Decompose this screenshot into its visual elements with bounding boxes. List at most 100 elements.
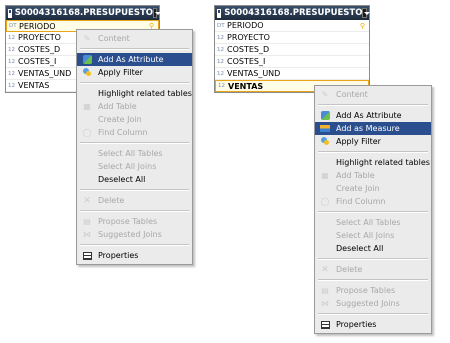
menu-item-label: Delete bbox=[98, 196, 125, 205]
column-type-icon: 12 bbox=[218, 83, 225, 89]
menu-separator bbox=[318, 104, 428, 106]
table-title: S0004316168.PRESUPUESTO bbox=[14, 8, 153, 18]
menu-item-label: Add Table bbox=[98, 102, 137, 111]
menu-item-propose-tables: ▤ Propose Tables bbox=[315, 284, 431, 297]
menu-item-add-table: ▦ Add Table bbox=[77, 100, 192, 113]
column-row-costes_d[interactable]: 12 COSTES_D bbox=[215, 44, 369, 56]
menu-separator bbox=[318, 313, 428, 315]
column-type-icon: 12 bbox=[8, 34, 15, 41]
column-label: PERIODO bbox=[19, 21, 56, 31]
properties-icon bbox=[81, 250, 93, 261]
menu-separator bbox=[318, 211, 428, 213]
measure-icon bbox=[319, 123, 331, 134]
menu-item-add-as-measure[interactable]: Add as Measure bbox=[315, 122, 431, 135]
menu-item-delete: ✕ Delete bbox=[315, 263, 431, 276]
menu-item-label: Create Join bbox=[336, 184, 380, 193]
menu-item-apply-filter[interactable]: Apply Filter bbox=[77, 66, 192, 79]
column-label: VENTAS_UND bbox=[227, 69, 281, 78]
propose-tables-icon: ▤ bbox=[83, 217, 91, 226]
column-label: PERIODO bbox=[227, 21, 264, 30]
column-type-icon: 12 bbox=[8, 82, 15, 89]
menu-item-add-as-attribute[interactable]: Add As Attribute bbox=[315, 109, 431, 122]
menu-item-label: Suggested Joins bbox=[98, 230, 162, 239]
column-type-icon: 12 bbox=[217, 34, 224, 41]
column-label: VENTAS bbox=[18, 81, 50, 90]
table-column-list: DT PERIODO ⚲ 12 PROYECTO 12 COSTES_D 12 COSTES_I… bbox=[215, 20, 369, 92]
menu-item-label: Properties bbox=[98, 251, 139, 260]
menu-item-label: Highlight related tables bbox=[336, 158, 430, 167]
dropdown-arrow-icon[interactable] bbox=[362, 8, 370, 18]
column-type-icon: 12 bbox=[217, 46, 224, 53]
menu-separator bbox=[318, 151, 428, 153]
content-icon: ✎ bbox=[321, 90, 329, 99]
menu-item-label: Deselect All bbox=[98, 175, 146, 184]
menu-item-label: Propose Tables bbox=[336, 286, 396, 295]
menu-item-select-all-joins: Select All Joins bbox=[315, 229, 431, 242]
column-row-ventas_und[interactable]: 12 VENTAS_UND bbox=[215, 68, 369, 80]
menu-item-deselect-all[interactable]: Deselect All bbox=[315, 242, 431, 255]
column-row-periodo[interactable]: DT PERIODO ⚲ bbox=[215, 20, 369, 32]
content-icon: ✎ bbox=[83, 34, 91, 43]
column-label: VENTAS_UND bbox=[18, 69, 72, 78]
table-icon bbox=[217, 8, 222, 18]
find-column-icon: ◯ bbox=[82, 128, 92, 137]
menu-item-label: Add As Attribute bbox=[336, 111, 402, 120]
column-type-icon: 12 bbox=[217, 70, 224, 77]
table-header[interactable]: S0004316168.PRESUPUESTO bbox=[215, 6, 370, 20]
table-icon bbox=[8, 8, 12, 18]
context-menu-left: ✎ Content Add As Attribute Apply Filter High… bbox=[76, 29, 193, 265]
table-presupuesto-right[interactable]: S0004316168.PRESUPUESTO DT PERIODO ⚲ 12 PROY… bbox=[214, 5, 370, 93]
column-type-icon: 12 bbox=[217, 58, 224, 65]
menu-item-label: Select All Tables bbox=[98, 149, 163, 158]
menu-separator bbox=[318, 279, 428, 281]
menu-item-find-column: ◯ Find Column bbox=[77, 126, 192, 139]
column-row-costes_i[interactable]: 12 COSTES_I bbox=[215, 56, 369, 68]
column-label: PROYECTO bbox=[227, 33, 270, 42]
menu-item-highlight-related-tables[interactable]: Highlight related tables bbox=[77, 87, 192, 100]
table-header[interactable]: S0004316168.PRESUPUESTO bbox=[6, 6, 162, 20]
menu-item-label: Add As Attribute bbox=[98, 55, 164, 64]
menu-item-label: Suggested Joins bbox=[336, 299, 400, 308]
menu-item-label: Add as Measure bbox=[336, 124, 400, 133]
menu-separator bbox=[80, 189, 189, 191]
column-label: COSTES_D bbox=[227, 45, 270, 54]
column-label: PROYECTO bbox=[18, 33, 61, 42]
filter-icon bbox=[319, 136, 331, 147]
menu-item-delete: ✕ Delete bbox=[77, 194, 192, 207]
menu-item-label: Delete bbox=[336, 265, 363, 274]
dropdown-arrow-icon[interactable] bbox=[152, 8, 162, 18]
menu-item-apply-filter[interactable]: Apply Filter bbox=[315, 135, 431, 148]
menu-item-label: Deselect All bbox=[336, 244, 384, 253]
column-type-icon: 12 bbox=[8, 46, 15, 53]
column-row-proyecto[interactable]: 12 PROYECTO bbox=[215, 32, 369, 44]
delete-icon: ✕ bbox=[83, 195, 91, 206]
attribute-icon bbox=[81, 54, 93, 65]
menu-item-properties[interactable]: Properties bbox=[315, 318, 431, 331]
menu-item-label: Content bbox=[98, 34, 130, 43]
column-type-icon: DT bbox=[9, 23, 17, 29]
menu-item-find-column: ◯ Find Column bbox=[315, 195, 431, 208]
key-icon: ⚲ bbox=[359, 21, 365, 30]
column-type-icon: 12 bbox=[8, 70, 15, 77]
add-table-icon: ▦ bbox=[83, 102, 91, 111]
menu-item-create-join: Create Join bbox=[315, 182, 431, 195]
menu-separator bbox=[318, 258, 428, 260]
find-column-icon: ◯ bbox=[320, 197, 330, 206]
suggested-joins-icon: ⋈ bbox=[83, 230, 91, 239]
menu-item-label: Highlight related tables bbox=[98, 89, 192, 98]
column-type-icon: 12 bbox=[8, 58, 15, 65]
menu-item-properties[interactable]: Properties bbox=[77, 249, 192, 262]
menu-item-highlight-related-tables[interactable]: Highlight related tables bbox=[315, 156, 431, 169]
filter-icon bbox=[81, 67, 93, 78]
column-type-icon: DT bbox=[217, 22, 225, 29]
menu-separator bbox=[80, 210, 189, 212]
menu-item-label: Find Column bbox=[98, 128, 148, 137]
add-table-icon: ▦ bbox=[321, 171, 329, 180]
menu-item-add-as-attribute[interactable]: Add As Attribute bbox=[77, 53, 192, 66]
menu-separator bbox=[80, 244, 189, 246]
menu-item-label: Find Column bbox=[336, 197, 386, 206]
menu-item-deselect-all[interactable]: Deselect All bbox=[77, 173, 192, 186]
menu-item-content: ✎ Content bbox=[315, 88, 431, 101]
menu-item-label: Apply Filter bbox=[98, 68, 143, 77]
propose-tables-icon: ▤ bbox=[321, 286, 329, 295]
